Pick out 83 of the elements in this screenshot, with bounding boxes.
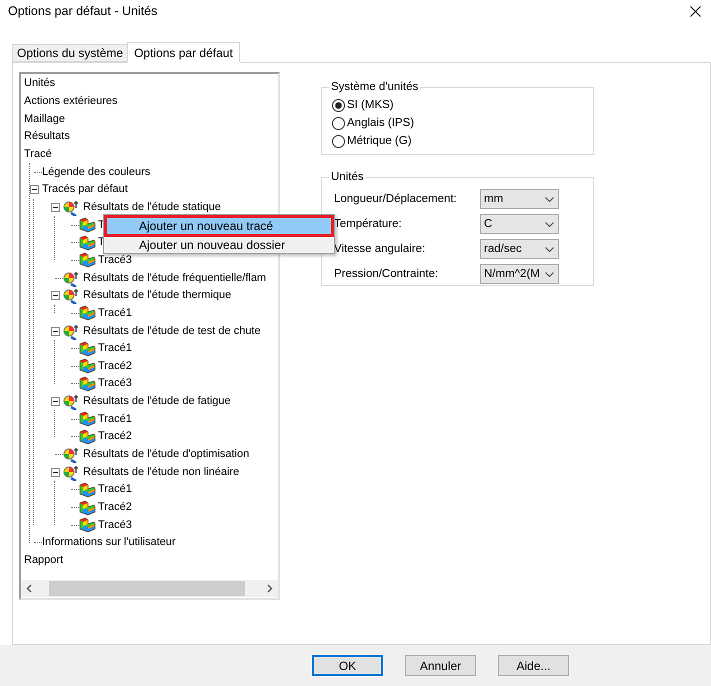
scrollbar-thumb[interactable]: [49, 581, 245, 596]
tree-item[interactable]: Légende des couleurs: [42, 166, 150, 179]
plot-icon: [79, 234, 96, 251]
magnifier-icon: [63, 287, 81, 304]
plot-icon: [79, 482, 96, 498]
tree-item[interactable]: Rapport: [24, 554, 64, 568]
tree-item[interactable]: Unités: [24, 77, 56, 90]
magnifier-icon: [63, 270, 81, 287]
scroll-right-icon[interactable]: [267, 584, 273, 593]
plot-icon: [79, 500, 96, 516]
tree-item[interactable]: Tracé3: [98, 254, 132, 267]
tree-item[interactable]: Résultats: [24, 130, 70, 144]
radio-button[interactable]: [332, 99, 345, 112]
tree-item[interactable]: Tracés par défaut: [42, 183, 128, 196]
collapse-icon[interactable]: [30, 185, 38, 194]
tree-item[interactable]: Actions extérieures: [24, 94, 118, 108]
scroll-left-icon[interactable]: [26, 584, 32, 593]
plot-icon: [79, 358, 96, 374]
menu-item[interactable]: Ajouter un nouveau dossier: [104, 237, 334, 253]
plot-icon: [79, 340, 96, 357]
menu-item[interactable]: Ajouter un nouveau tracé: [104, 215, 334, 237]
tree-item[interactable]: Résultats de l'étude thermique: [83, 289, 232, 302]
plot-icon: [79, 376, 96, 392]
plot-icon: [79, 517, 96, 534]
tab[interactable]: Options par défaut: [127, 42, 240, 63]
unit-dropdown[interactable]: mm: [480, 189, 559, 210]
chevron-down-icon: [545, 196, 554, 202]
magnifier-icon: [63, 446, 81, 464]
tree-item[interactable]: Résultats de l'étude d'optimisation: [83, 448, 250, 462]
radio-button[interactable]: [332, 117, 345, 130]
tree-item[interactable]: Résultats de l'étude fréquentielle/flam: [83, 272, 266, 285]
tree-item[interactable]: Résultats de l'étude de fatigue: [83, 395, 231, 408]
field-label: Température:: [334, 216, 403, 232]
chevron-down-icon: [545, 222, 554, 227]
magnifier-icon: [63, 393, 81, 410]
tree-item[interactable]: Résultats de l'étude statique: [83, 200, 221, 214]
dialog-button[interactable]: Aide...: [498, 655, 569, 676]
dialog-button[interactable]: OK: [312, 655, 383, 676]
radio-label[interactable]: SI (MKS): [347, 97, 394, 114]
collapse-icon[interactable]: [50, 202, 60, 212]
collapse-icon[interactable]: [50, 291, 60, 300]
radio-button[interactable]: [332, 135, 345, 148]
radio-label[interactable]: Anglais (IPS): [347, 115, 414, 132]
collapse-icon[interactable]: [50, 326, 60, 336]
dialog-button[interactable]: Annuler: [405, 655, 476, 676]
tree-item[interactable]: Informations sur l'utilisateur: [42, 536, 176, 550]
magnifier-icon: [63, 198, 81, 216]
collapse-icon[interactable]: [50, 468, 60, 477]
collapse-icon[interactable]: [50, 397, 60, 406]
plot-icon: [79, 252, 96, 268]
unit-dropdown[interactable]: C: [480, 214, 559, 234]
field-label: Longueur/Déplacement:: [334, 192, 458, 207]
plot-icon: [79, 428, 96, 445]
tree-item[interactable]: Tracé1: [98, 412, 132, 426]
unit-dropdown[interactable]: N/mm^2(M: [480, 264, 559, 284]
plot-icon: [79, 305, 96, 322]
tree-item[interactable]: Maillage: [24, 112, 65, 126]
tree-item[interactable]: Tracé1: [98, 306, 132, 320]
group-title: Système d'unités: [330, 80, 420, 95]
chevron-down-icon: [545, 272, 554, 277]
tree-item[interactable]: Tracé3: [98, 518, 132, 532]
tree-item[interactable]: Tracé1: [98, 483, 132, 496]
radio-label[interactable]: Métrique (G): [347, 133, 412, 150]
plot-icon: [79, 411, 96, 428]
tree-item[interactable]: Résultats de l'étude de test de chute: [83, 324, 261, 338]
plot-icon: [79, 217, 96, 234]
tab[interactable]: Options du système: [12, 44, 128, 62]
tree-item[interactable]: Tracé2: [98, 501, 132, 514]
close-icon[interactable]: [690, 6, 701, 16]
chevron-down-icon: [545, 246, 554, 252]
tree-item[interactable]: Tracé1: [98, 342, 132, 356]
tree-item[interactable]: Tracé: [24, 148, 52, 161]
unit-dropdown[interactable]: rad/sec: [480, 239, 559, 260]
window-title: Options par défaut - Unités: [8, 2, 158, 20]
field-label: Pression/Contrainte:: [334, 266, 440, 282]
magnifier-icon: [63, 464, 81, 481]
field-label: Vitesse angulaire:: [334, 242, 426, 257]
tree-item[interactable]: Résultats de l'étude non linéaire: [83, 466, 240, 479]
magnifier-icon: [63, 322, 81, 340]
group-title: Unités: [330, 170, 365, 185]
tree-item[interactable]: Tracé2: [98, 430, 132, 444]
tree-item[interactable]: Tracé3: [98, 377, 132, 390]
tree-item[interactable]: Tracé2: [98, 360, 132, 373]
